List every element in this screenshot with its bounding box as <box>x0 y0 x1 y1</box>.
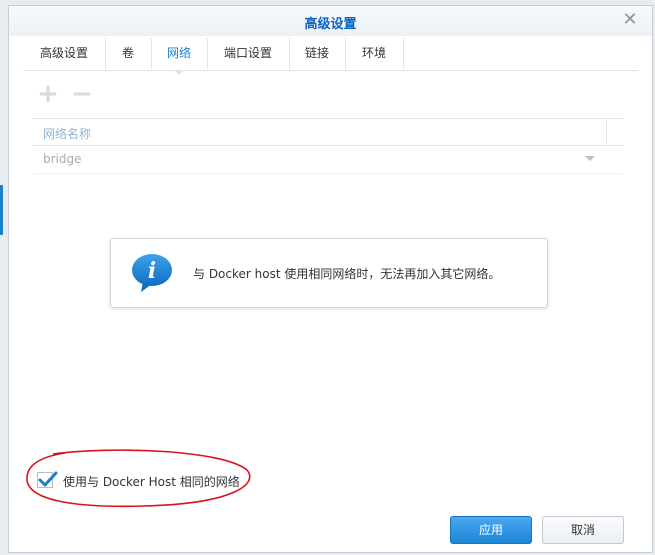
close-icon[interactable]: ✕ <box>622 11 638 29</box>
tab-label: 环境 <box>361 46 386 60</box>
tab-label: 端口设置 <box>223 46 272 60</box>
column-header-network-name[interactable]: 网络名称 <box>43 125 91 142</box>
background-window-edge <box>0 185 3 235</box>
tab-label: 网络 <box>166 46 191 60</box>
column-divider <box>606 119 607 145</box>
table-row[interactable]: bridge <box>33 145 623 174</box>
network-grid-header: 网络名称 <box>33 118 623 146</box>
minus-icon[interactable]: − <box>71 81 93 107</box>
dialog-title: 高级设置 <box>304 17 357 32</box>
info-message-box: i 与 Docker host 使用相同网络时，无法再加入其它网络。 <box>110 238 548 308</box>
tab-network[interactable]: 网络 <box>151 38 208 75</box>
host-network-checkbox[interactable] <box>37 471 58 488</box>
tab-label: 链接 <box>304 46 329 60</box>
info-message-text: 与 Docker host 使用相同网络时，无法再加入其它网络。 <box>193 267 501 281</box>
svg-text:i: i <box>148 258 156 284</box>
checkmark-icon <box>38 471 58 487</box>
tab-label: 卷 <box>121 46 134 60</box>
apply-button[interactable]: 应用 <box>450 516 532 544</box>
cancel-button[interactable]: 取消 <box>542 516 624 544</box>
tab-links[interactable]: 链接 <box>289 38 346 69</box>
tab-advanced-settings[interactable]: 高级设置 <box>23 38 106 69</box>
tab-label: 高级设置 <box>39 46 88 60</box>
tab-volume[interactable]: 卷 <box>105 38 152 69</box>
tab-bar: 高级设置 卷 网络 端口设置 链接 环境 <box>23 38 638 75</box>
tab-environment[interactable]: 环境 <box>345 38 404 69</box>
network-name-cell: bridge <box>43 152 82 166</box>
advanced-settings-dialog: 高级设置 ✕ 高级设置 卷 网络 端口设置 链接 环境 + − 网络名称 bri… <box>8 5 653 553</box>
dialog-titlebar: 高级设置 ✕ <box>9 6 652 36</box>
host-network-label[interactable]: 使用与 Docker Host 相同的网络 <box>63 473 240 490</box>
info-icon: i <box>132 254 172 292</box>
chevron-down-icon[interactable] <box>585 156 595 161</box>
plus-icon[interactable]: + <box>37 81 59 107</box>
tab-port-settings[interactable]: 端口设置 <box>207 38 290 69</box>
